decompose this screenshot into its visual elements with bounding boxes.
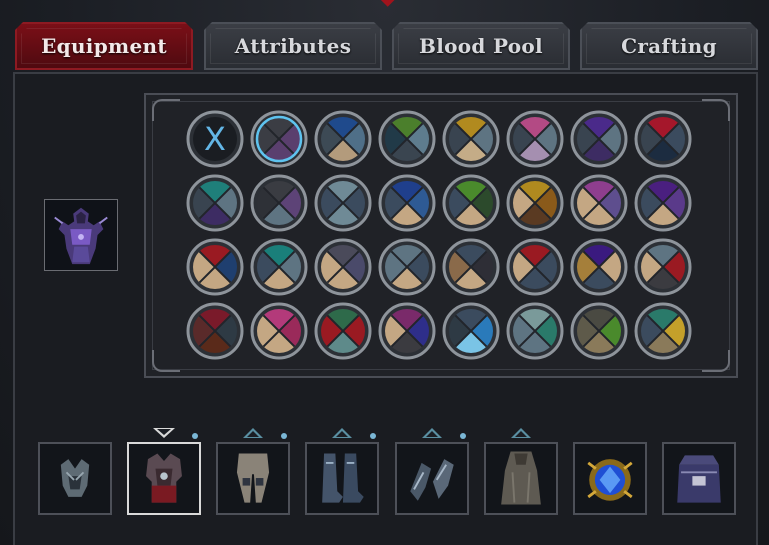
dye-swatch-grid: X <box>186 110 698 362</box>
cloak-slot[interactable] <box>484 442 558 515</box>
amulet-slot[interactable] <box>573 442 647 515</box>
dye-swatch[interactable] <box>442 174 500 232</box>
dye-swatch[interactable] <box>442 110 500 168</box>
dye-swatch[interactable] <box>506 110 564 168</box>
dye-swatch[interactable] <box>314 110 372 168</box>
dye-swatch[interactable] <box>250 238 308 296</box>
dye-swatch[interactable] <box>634 174 692 232</box>
dye-swatch[interactable] <box>570 110 628 168</box>
dye-swatch[interactable] <box>442 302 500 360</box>
tab-crafting[interactable]: Crafting <box>580 22 758 70</box>
tab-equipment[interactable]: Equipment <box>15 22 193 70</box>
tab-crafting-label: Crafting <box>621 34 717 58</box>
boots-slot[interactable] <box>305 442 379 515</box>
dye-swatch[interactable] <box>378 238 436 296</box>
top-ornament-gem <box>379 0 395 7</box>
bag-slot[interactable] <box>662 442 736 515</box>
dye-swatch[interactable] <box>506 238 564 296</box>
tab-blood-pool[interactable]: Blood Pool <box>392 22 570 70</box>
amulet-icon <box>575 444 645 513</box>
dye-swatch[interactable] <box>570 174 628 232</box>
dye-swatch[interactable] <box>634 238 692 296</box>
dye-swatch[interactable] <box>250 110 308 168</box>
dye-swatch[interactable] <box>186 174 244 232</box>
gloves-slot[interactable] <box>395 442 469 515</box>
cloak-icon <box>486 444 556 513</box>
dye-swatch[interactable] <box>250 302 308 360</box>
dye-swatch[interactable] <box>314 174 372 232</box>
dye-swatch[interactable] <box>570 302 628 360</box>
helmet-icon <box>40 444 110 513</box>
tab-bar: Equipment Attributes Blood Pool Crafting <box>15 22 760 72</box>
dye-swatch[interactable] <box>442 238 500 296</box>
dye-swatch[interactable] <box>570 238 628 296</box>
leg-armor-icon <box>218 444 288 513</box>
clear-dye-icon: X <box>204 120 226 158</box>
tab-attributes-label: Attributes <box>234 34 352 58</box>
dye-swatch[interactable] <box>378 174 436 232</box>
gloves-icon <box>397 444 467 513</box>
dye-swatch[interactable] <box>186 302 244 360</box>
dye-swatch-clear[interactable]: X <box>186 110 244 168</box>
chest-armor-icon <box>129 444 199 513</box>
dye-swatch[interactable] <box>634 302 692 360</box>
boots-icon <box>307 444 377 513</box>
dye-swatch[interactable] <box>186 238 244 296</box>
dye-swatch[interactable] <box>634 110 692 168</box>
tab-blood-pool-label: Blood Pool <box>419 34 543 58</box>
character-armor-preview-icon <box>44 199 118 271</box>
dye-swatch[interactable] <box>506 174 564 232</box>
tab-attributes[interactable]: Attributes <box>204 22 382 70</box>
dye-swatch[interactable] <box>314 302 372 360</box>
bag-icon <box>664 444 734 513</box>
dye-swatch[interactable] <box>250 174 308 232</box>
tab-equipment-label: Equipment <box>41 34 167 58</box>
legs-slot[interactable] <box>216 442 290 515</box>
dye-swatch[interactable] <box>378 302 436 360</box>
chest-slot[interactable] <box>127 442 201 515</box>
dye-swatch[interactable] <box>314 238 372 296</box>
helmet-slot[interactable] <box>38 442 112 515</box>
dye-swatch[interactable] <box>378 110 436 168</box>
equipment-screen: Equipment Attributes Blood Pool Crafting… <box>0 0 769 545</box>
dye-swatch[interactable] <box>506 302 564 360</box>
